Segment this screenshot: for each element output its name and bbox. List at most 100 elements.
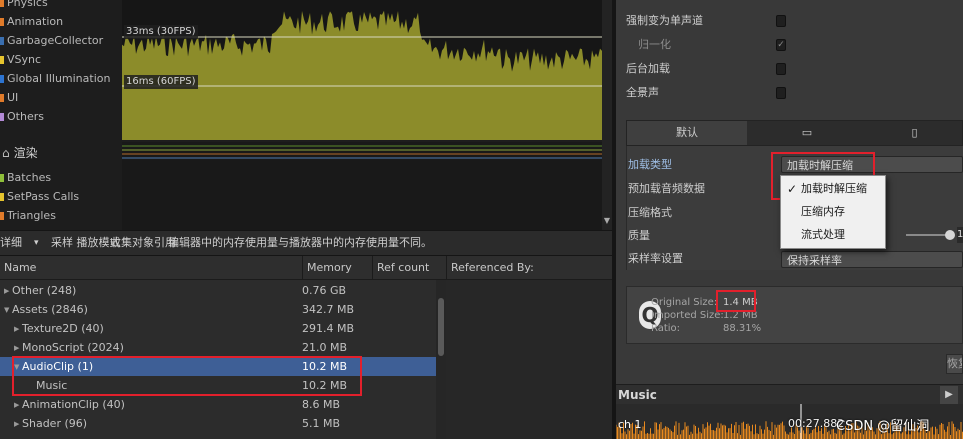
quality-value-field[interactable]: 1 (957, 227, 963, 243)
memory-table: Name Memory Ref count Referenced By: ▶ Ot… (0, 256, 612, 439)
popup-option-label: 压缩内存 (801, 205, 845, 218)
mobile-icon[interactable]: ▯ (867, 121, 962, 145)
module-item-profiler.modules0[interactable]: Physics (0, 0, 48, 12)
force-mono-checkbox[interactable] (776, 15, 786, 27)
compression-format-label: 压缩格式 (628, 206, 672, 219)
module-color-swatch (0, 56, 4, 64)
module-item-profiler.render_items2[interactable]: Triangles (0, 207, 56, 225)
ambisonic-label: 全景声 (626, 86, 659, 99)
column-memory[interactable]: Memory (302, 256, 372, 280)
cpu-usage-chart[interactable]: 33ms (30FPS) 16ms (60FPS) (122, 0, 602, 140)
sample-rate-dropdown[interactable]: 保持采样率 (781, 251, 963, 268)
checkmark-icon: ✓ (787, 182, 798, 196)
popup-option-2[interactable]: 流式处理 (781, 224, 885, 246)
column-referenced-by: Referenced By: (446, 256, 612, 280)
profiler-module-list: Physics Animation GarbageCollector VSync Glo… (0, 0, 118, 230)
watermark-text: CSDN @留仙洞 (836, 419, 930, 434)
row-memory-cell: 8.6 MB (302, 398, 341, 411)
module-item-profiler.modules4[interactable]: Global Illumination (0, 70, 110, 88)
row-memory-cell: 291.4 MB (302, 322, 355, 335)
normalize-label: 归一化 (638, 38, 671, 51)
platform-tab-bar: 默认 ▭ ▯ (626, 120, 963, 146)
module-color-swatch (0, 75, 4, 83)
row-memory-cell: 5.1 MB (302, 417, 341, 430)
quality-label: 质量 (628, 229, 650, 242)
load-type-popup-menu: ✓ 加载时解压缩 压缩内存 流式处理 (780, 175, 886, 249)
row-name-label: Assets (2846) (12, 303, 88, 316)
table-scroll-thumb[interactable] (438, 298, 444, 356)
import-info-box: Q Original Size: 1.4 MB Imported Size: 1… (626, 286, 963, 344)
table-row[interactable]: ▼ Assets (2846) 342.7 MB (0, 300, 436, 319)
channel-label: ch 1 (618, 418, 642, 431)
module-item-label: Physics (7, 0, 48, 9)
module-item-label: Batches (7, 171, 52, 184)
preload-audio-label: 预加载音频数据 (628, 182, 705, 195)
module-item-profiler.render_items0[interactable]: Batches (0, 169, 51, 187)
row-name-label: Texture2D (40) (22, 322, 104, 335)
popup-option-1[interactable]: 压缩内存 (781, 201, 885, 223)
preview-title: Music (618, 388, 657, 402)
module-item-profiler.render_items1[interactable]: SetPass Calls (0, 188, 79, 206)
detail-dropdown[interactable]: 详细 (0, 231, 22, 255)
play-icon[interactable]: ▶ (940, 386, 958, 404)
row-name-label: Other (248) (12, 284, 77, 297)
quality-slider-handle[interactable] (945, 230, 955, 240)
row-name-cell: ▶ Other (248) (4, 281, 76, 301)
rendering-chart[interactable] (122, 142, 602, 230)
popup-option-0[interactable]: ✓ 加载时解压缩 (781, 178, 885, 200)
waveform-preview[interactable]: ch 1 00:27.882 CSDN @留仙洞 (616, 404, 963, 439)
chart-scrollbar[interactable] (602, 0, 612, 230)
table-row[interactable]: ▶ MonoScript (2024) 21.0 MB (0, 338, 436, 357)
expand-down-icon[interactable]: ▼ (4, 301, 12, 320)
module-item-label: VSync (7, 53, 42, 66)
module-color-swatch (0, 18, 4, 26)
module-item-profiler.modules2[interactable]: GarbageCollector (0, 32, 103, 50)
module-color-swatch (0, 174, 4, 182)
row-memory-cell: 21.0 MB (302, 341, 348, 354)
cpu-chart-graph (122, 10, 602, 140)
module-item-profiler.modules5[interactable]: UI (0, 89, 18, 107)
sample-rate-label: 采样率设置 (628, 252, 683, 265)
referenced-by-panel (446, 280, 612, 439)
load-in-background-label: 后台加载 (626, 62, 670, 75)
module-item-label: GarbageCollector (7, 34, 104, 47)
module-item-profiler.modules3[interactable]: VSync (0, 51, 41, 69)
imported-size-label: Imported Size: (651, 310, 724, 321)
expand-right-icon[interactable]: ▶ (14, 415, 22, 434)
column-name[interactable]: Name (0, 256, 302, 280)
scroll-down-icon[interactable]: ▼ (603, 216, 611, 226)
expand-right-icon[interactable]: ▶ (14, 320, 22, 339)
collect-references-toggle[interactable]: 收集对象引用 (110, 231, 176, 255)
module-item-label: SetPass Calls (7, 190, 80, 203)
module-color-swatch (0, 94, 4, 102)
module-color-swatch (0, 193, 4, 201)
force-mono-label: 强制变为单声道 (626, 14, 703, 27)
table-header: Name Memory Ref count Referenced By: (0, 256, 612, 280)
table-row[interactable]: ▶ Other (248) 0.76 GB (0, 281, 436, 300)
popup-option-label: 加载时解压缩 (801, 182, 867, 195)
normalize-checkbox[interactable]: ✓ (776, 39, 786, 51)
render-section-label: ⌂ 渲染 (2, 144, 38, 162)
ambisonic-checkbox[interactable] (776, 87, 786, 99)
desktop-icon[interactable]: ▭ (747, 121, 867, 145)
chevron-down-icon[interactable]: ▾ (34, 231, 39, 255)
column-ref-count[interactable]: Ref count (372, 256, 446, 280)
module-item-profiler.modules1[interactable]: Animation (0, 13, 63, 31)
ratio-value: 88.31% (723, 323, 762, 334)
quality-slider-track[interactable] (906, 234, 950, 236)
expand-right-icon[interactable]: ▶ (4, 282, 12, 301)
row-name-cell: ▶ Texture2D (40) (14, 319, 104, 339)
revert-button[interactable]: 恢复 (946, 354, 963, 374)
module-item-profiler.modules6[interactable]: Others (0, 108, 44, 126)
table-row[interactable]: ▶ Shader (96) 5.1 MB (0, 414, 436, 433)
ratio-label: Ratio: (651, 323, 681, 334)
load-in-background-checkbox[interactable] (776, 63, 786, 75)
table-row[interactable]: ▶ Texture2D (40) 291.4 MB (0, 319, 436, 338)
expand-right-icon[interactable]: ▶ (14, 396, 22, 415)
row-name-label: Shader (96) (22, 417, 88, 430)
tab-default[interactable]: 默认 (627, 121, 747, 145)
table-row[interactable]: ▶ AnimationClip (40) 8.6 MB (0, 395, 436, 414)
profiler-panel: Physics Animation GarbageCollector VSync Glo… (0, 0, 612, 230)
highlight-audioclip-box (12, 356, 362, 396)
row-name-label: MonoScript (2024) (22, 341, 124, 354)
